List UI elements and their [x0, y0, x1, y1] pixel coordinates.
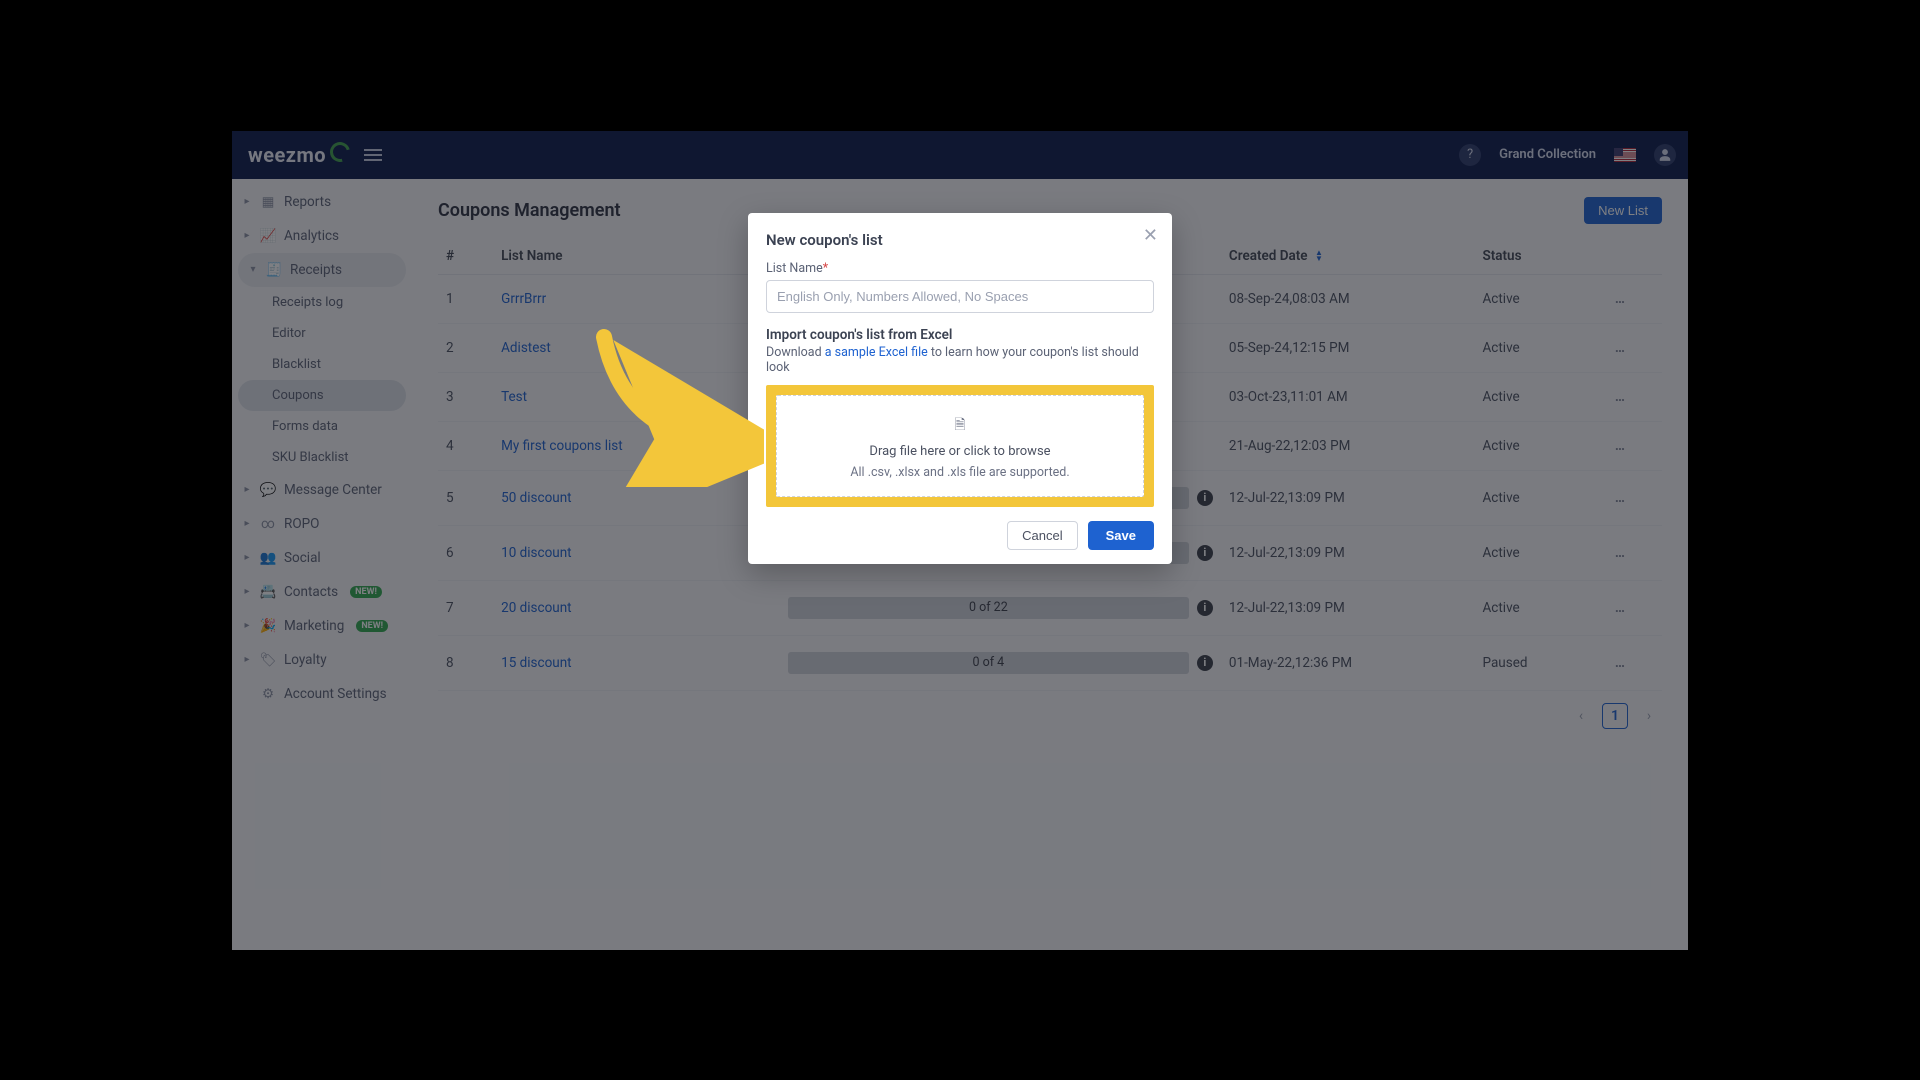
new-coupons-list-modal: ✕ New coupon's list List Name* Import co… [748, 213, 1172, 564]
save-button[interactable]: Save [1088, 521, 1154, 550]
dropzone-text: Drag file here or click to browse [785, 444, 1135, 459]
modal-overlay[interactable]: ✕ New coupon's list List Name* Import co… [232, 131, 1688, 950]
dropzone-subtext: All .csv, .xlsx and .xls file are suppor… [785, 465, 1135, 480]
file-dropzone[interactable]: 🗎 Drag file here or click to browse All … [776, 395, 1144, 497]
import-help-text: Download a sample Excel file to learn ho… [766, 345, 1154, 375]
upload-icon: 🗎 [785, 414, 1135, 438]
modal-actions: Cancel Save [766, 521, 1154, 550]
sample-file-link[interactable]: a sample Excel file [825, 345, 928, 360]
import-section-title: Import coupon's list from Excel [766, 327, 1154, 343]
list-name-input[interactable] [766, 280, 1154, 313]
cancel-button[interactable]: Cancel [1007, 521, 1077, 550]
close-icon[interactable]: ✕ [1143, 225, 1158, 246]
list-name-label: List Name* [766, 261, 1154, 276]
modal-title: New coupon's list [766, 231, 1154, 249]
dropzone-highlight-frame: 🗎 Drag file here or click to browse All … [766, 385, 1154, 507]
app-window: weezmo ? Grand Collection ▦ Reports [232, 131, 1688, 950]
